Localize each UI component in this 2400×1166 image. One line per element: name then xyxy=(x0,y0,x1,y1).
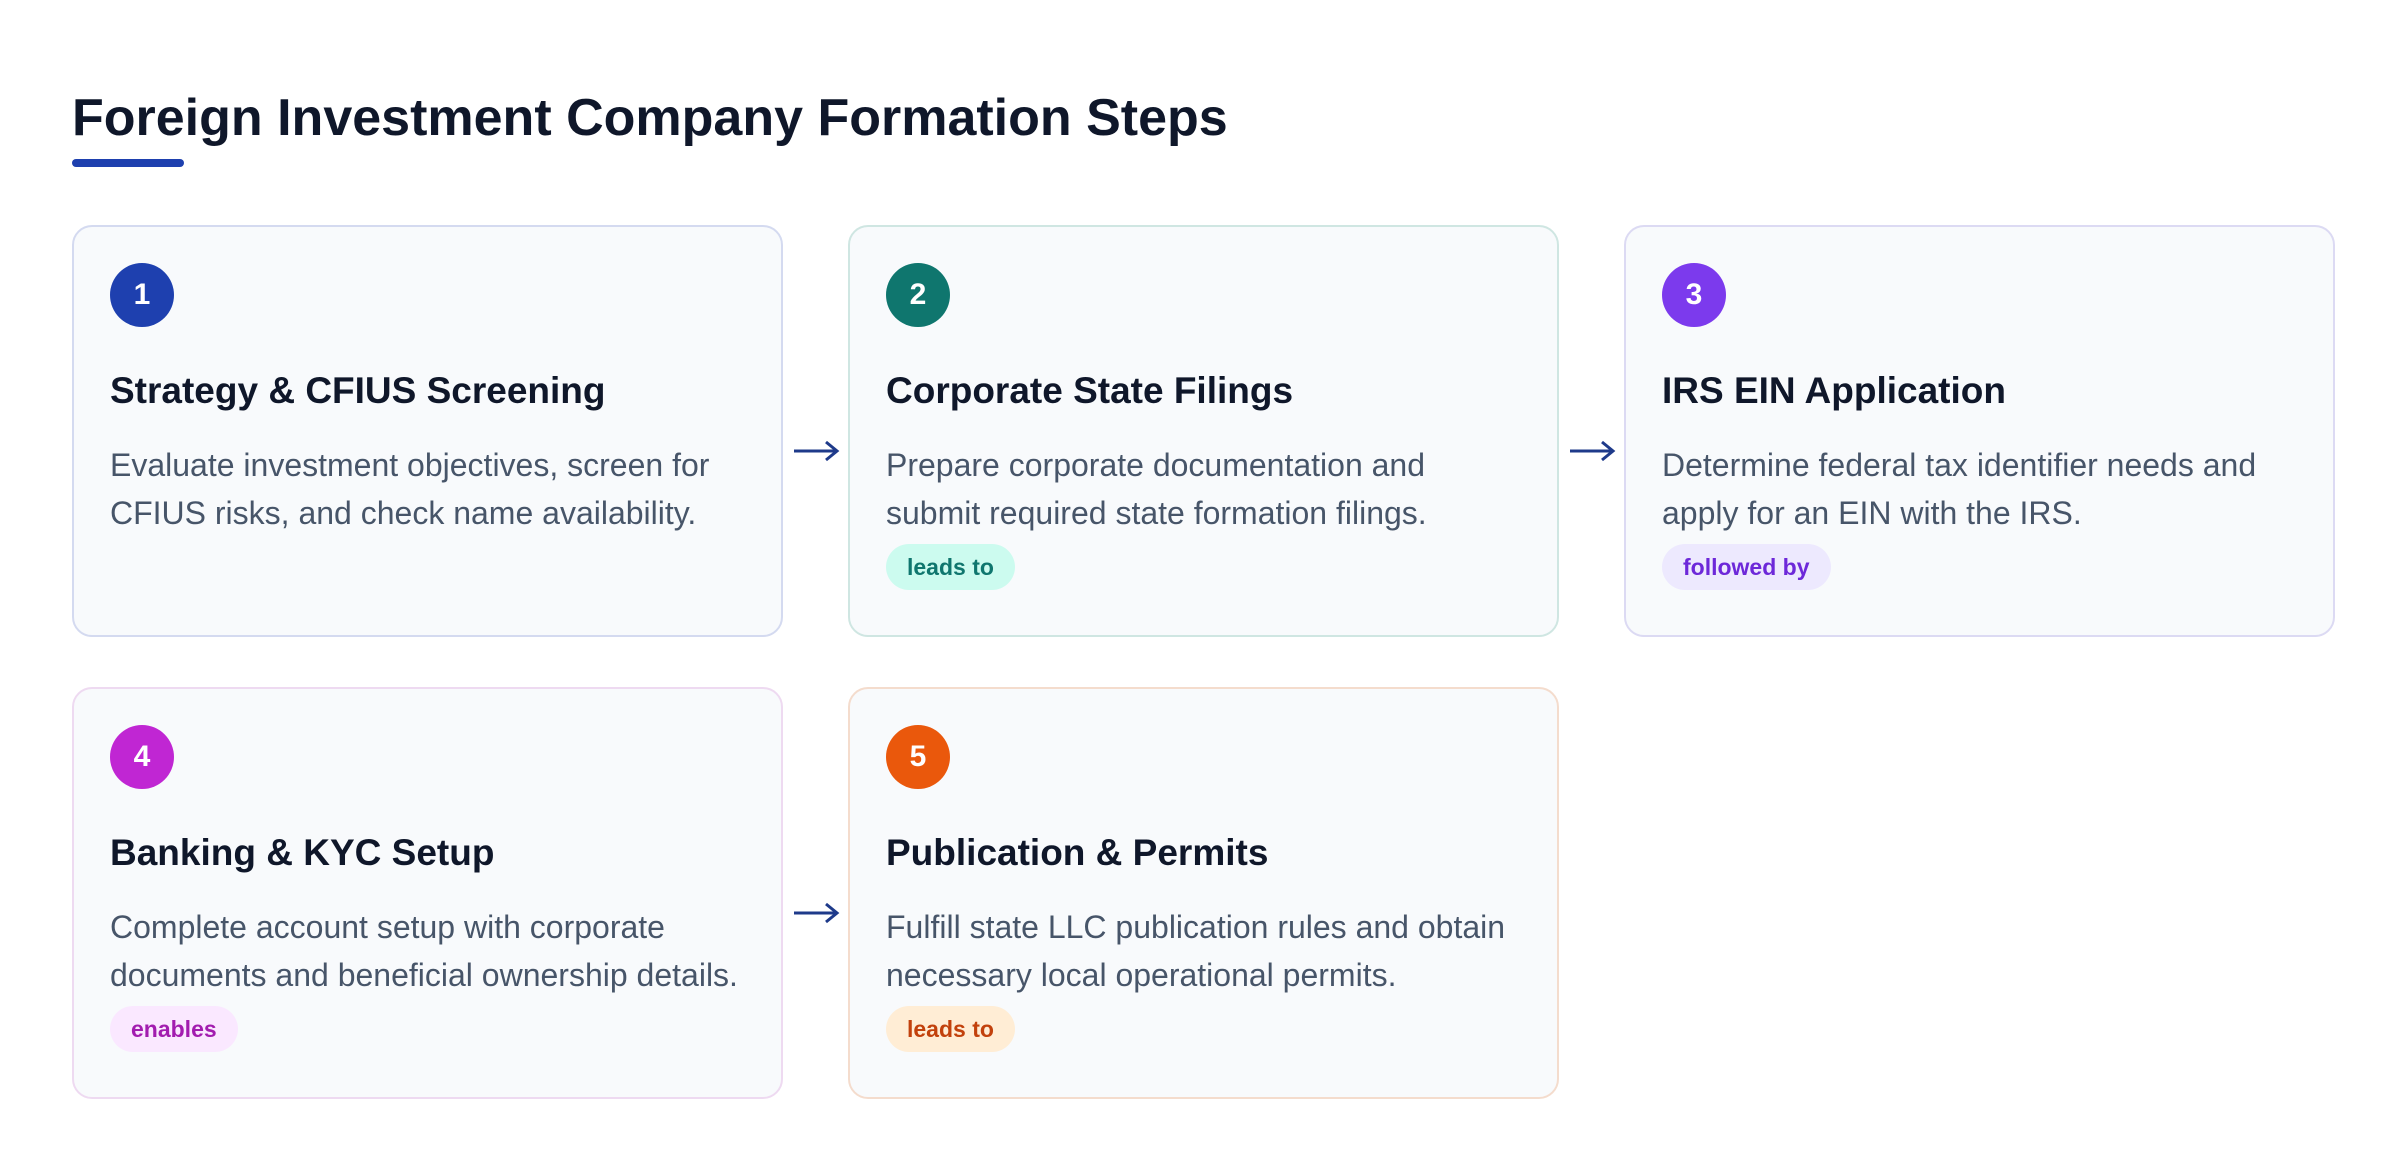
right-arrow-icon xyxy=(794,440,840,462)
step-card-1: 1 Strategy & CFIUS Screening Evaluate in… xyxy=(72,225,783,637)
step-title: Strategy & CFIUS Screening xyxy=(110,370,606,411)
step-title: IRS EIN Application xyxy=(1662,370,2006,411)
relation-badge: leads to xyxy=(886,1006,1015,1052)
step-number-badge: 5 xyxy=(886,725,950,789)
relation-badge: followed by xyxy=(1662,544,1831,590)
step-card-3: 3 IRS EIN Application Determine federal … xyxy=(1624,225,2335,637)
step-description: Fulfill state LLC publication rules and … xyxy=(886,909,1506,993)
right-arrow-icon xyxy=(1570,440,1616,462)
step-description: Evaluate investment objectives, screen f… xyxy=(110,447,710,531)
relation-badge: enables xyxy=(110,1006,238,1052)
page-title: Foreign Investment Company Formation Ste… xyxy=(72,89,1228,147)
step-number-badge: 3 xyxy=(1662,263,1726,327)
step-title: Publication & Permits xyxy=(886,832,1269,873)
step-title: Banking & KYC Setup xyxy=(110,832,495,873)
step-title: Corporate State Filings xyxy=(886,370,1294,411)
step-card-2: 2 Corporate State Filings Prepare corpor… xyxy=(848,225,1559,637)
step-number-badge: 4 xyxy=(110,725,174,789)
step-description: Prepare corporate documentation and subm… xyxy=(886,447,1427,531)
step-description: Determine federal tax identifier needs a… xyxy=(1662,447,2257,531)
step-card-5: 5 Publication & Permits Fulfill state LL… xyxy=(848,687,1559,1099)
title-underline xyxy=(72,159,184,167)
relation-badge: leads to xyxy=(886,544,1015,590)
step-description: Complete account setup with corporate do… xyxy=(110,909,738,993)
right-arrow-icon xyxy=(794,902,840,924)
step-card-4: 4 Banking & KYC Setup Complete account s… xyxy=(72,687,783,1099)
step-number-badge: 1 xyxy=(110,263,174,327)
diagram-page: Foreign Investment Company Formation Ste… xyxy=(0,0,2400,1166)
step-number-badge: 2 xyxy=(886,263,950,327)
